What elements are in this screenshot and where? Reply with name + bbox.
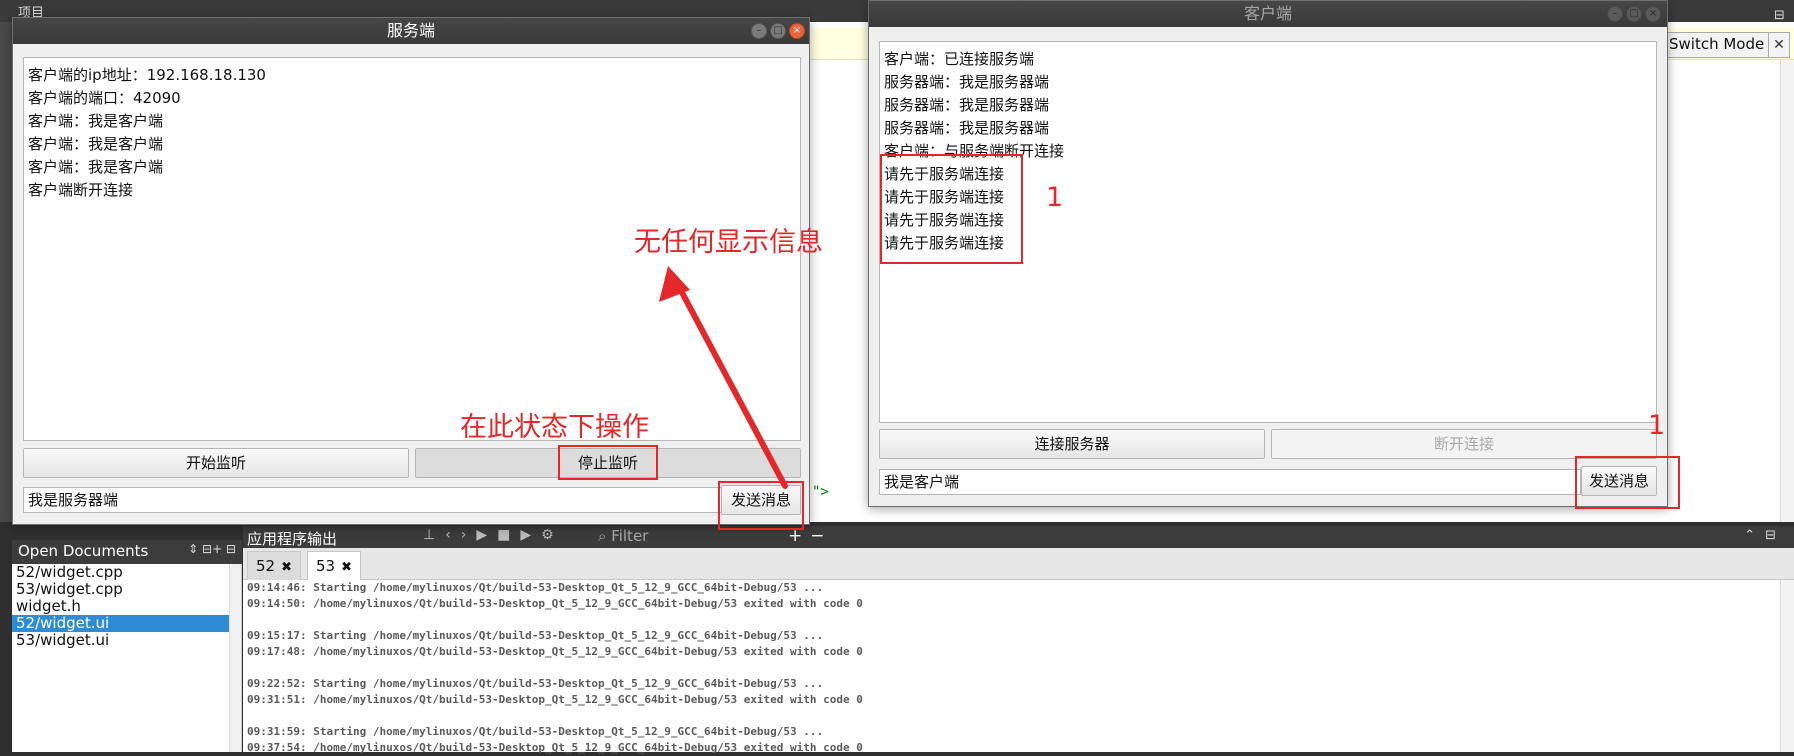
mode-sidebar [0, 22, 12, 522]
editor-code-fragment: "> [812, 484, 829, 500]
open-documents-list[interactable]: 52/widget.cpp 53/widget.cpp widget.h 52/wid… [12, 564, 242, 752]
client-titlebar[interactable]: 客户端 – □ × [869, 1, 1667, 27]
editor-scrollbar[interactable] [1780, 60, 1794, 522]
output-log-line [247, 660, 1790, 676]
client-error-highlight [880, 154, 1023, 264]
output-panel-title: 应用程序输出 [247, 530, 338, 548]
disconnect-button[interactable]: 断开连接 [1271, 429, 1657, 459]
open-documents-header: Open Documents ⇕ ⊟+ ⊟ [12, 540, 242, 564]
server-log-line: 客户端的端口：42090 [28, 89, 181, 107]
start-listen-button[interactable]: 开始监听 [23, 448, 409, 478]
output-log-line: 09:31:59: Starting /home/mylinuxos/Qt/bu… [247, 725, 824, 738]
server-log-line: 客户端断开连接 [28, 181, 134, 199]
minimize-icon[interactable]: – [751, 23, 767, 39]
server-send-highlight [718, 481, 804, 530]
tab-label: 52 [256, 557, 276, 575]
output-log-line: 09:22:52: Starting /home/mylinuxos/Qt/bu… [247, 677, 824, 690]
annotation-no-display: 无任何显示信息 [634, 227, 823, 258]
close-icon[interactable]: ✕ [1768, 32, 1790, 58]
tab-52[interactable]: 52 ✖ [247, 551, 301, 580]
output-log-line: 09:14:46: Starting /home/mylinuxos/Qt/bu… [247, 581, 824, 594]
panel-controls[interactable]: ⌃⊟ [1744, 528, 1786, 543]
client-log-line: 客户端：已连接服务端 [884, 50, 1035, 68]
tab-53[interactable]: 53 ✖ [307, 551, 361, 580]
output-panel-header: 应用程序输出 ⊥‹›▶■▶⚙ ⌕ Filter +− ⌃⊟ [243, 526, 1794, 548]
open-document-item[interactable]: widget.h [12, 598, 241, 615]
client-send-highlight [1575, 456, 1680, 509]
close-icon[interactable]: × [1645, 6, 1661, 22]
open-document-item[interactable]: 53/widget.ui [12, 632, 241, 649]
open-document-item[interactable]: 52/widget.ui [12, 615, 241, 632]
output-log-line: 09:37:54: /home/mylinuxos/Qt/build-53-De… [247, 741, 863, 754]
stop-button-highlight [558, 445, 658, 480]
server-log-line: 客户端：我是客户端 [28, 135, 164, 153]
output-log-line: 09:15:17: Starting /home/mylinuxos/Qt/bu… [247, 629, 824, 642]
application-output-log[interactable]: 09:14:46: Starting /home/mylinuxos/Qt/bu… [243, 580, 1794, 754]
output-tab-bar: 52 ✖ 53 ✖ [243, 548, 1794, 580]
server-log-line: 客户端：我是客户端 [28, 158, 164, 176]
client-window-title: 客户端 [1243, 4, 1292, 23]
minimize-icon[interactable]: – [1607, 6, 1623, 22]
filter-placeholder: Filter [611, 527, 649, 545]
close-icon[interactable]: × [789, 23, 805, 39]
filter-input[interactable]: ⌕ Filter [598, 527, 778, 547]
switch-mode-button[interactable]: Switch Mode [1660, 32, 1774, 58]
open-documents-tools[interactable]: ⇕ ⊟+ ⊟ [188, 542, 236, 556]
output-log-line [247, 708, 1790, 724]
output-log-line: 09:14:50: /home/mylinuxos/Qt/build-53-De… [247, 597, 863, 610]
open-documents-title: Open Documents [18, 542, 149, 560]
annotation-count-send: 1 [1648, 410, 1666, 441]
output-log-line: 09:17:48: /home/mylinuxos/Qt/build-53-De… [247, 645, 863, 658]
split-icon[interactable]: ⊟ [1774, 8, 1785, 23]
search-icon: ⌕ [598, 527, 607, 545]
client-log-line: 服务器端：我是服务器端 [884, 119, 1050, 137]
close-icon[interactable]: ✖ [341, 560, 352, 575]
tab-label: 53 [316, 557, 336, 575]
annotation-count-box: 1 [1046, 182, 1064, 213]
server-log-line: 客户端的ip地址：192.168.18.130 [28, 66, 266, 84]
server-message-input[interactable]: 我是服务器端 [23, 487, 727, 513]
output-log-line: 09:31:51: /home/mylinuxos/Qt/build-53-De… [247, 693, 863, 706]
server-log-line: 客户端：我是客户端 [28, 112, 164, 130]
close-icon[interactable]: ✖ [281, 560, 292, 575]
client-message-input[interactable]: 我是客户端 [879, 469, 1581, 495]
output-scrollbar[interactable] [1780, 580, 1794, 752]
open-documents-scrollbar[interactable] [229, 564, 241, 752]
client-log-line: 服务器端：我是服务器端 [884, 96, 1050, 114]
maximize-icon[interactable]: □ [770, 23, 786, 39]
annotation-operate-here: 在此状态下操作 [460, 412, 649, 443]
open-document-item[interactable]: 53/widget.cpp [12, 581, 241, 598]
connect-server-button[interactable]: 连接服务器 [879, 429, 1265, 459]
output-log-line [247, 612, 1790, 628]
client-log-line: 服务器端：我是服务器端 [884, 73, 1050, 91]
server-titlebar[interactable]: 服务端 – □ × [13, 18, 809, 44]
server-window: 服务端 – □ × 客户端的ip地址：192.168.18.130 客户端的端口：… [12, 17, 810, 525]
open-document-item[interactable]: 52/widget.cpp [12, 564, 241, 581]
maximize-icon[interactable]: □ [1626, 6, 1642, 22]
server-window-title: 服务端 [386, 21, 435, 40]
output-toolbar[interactable]: ⊥‹›▶■▶⚙ [423, 527, 564, 543]
